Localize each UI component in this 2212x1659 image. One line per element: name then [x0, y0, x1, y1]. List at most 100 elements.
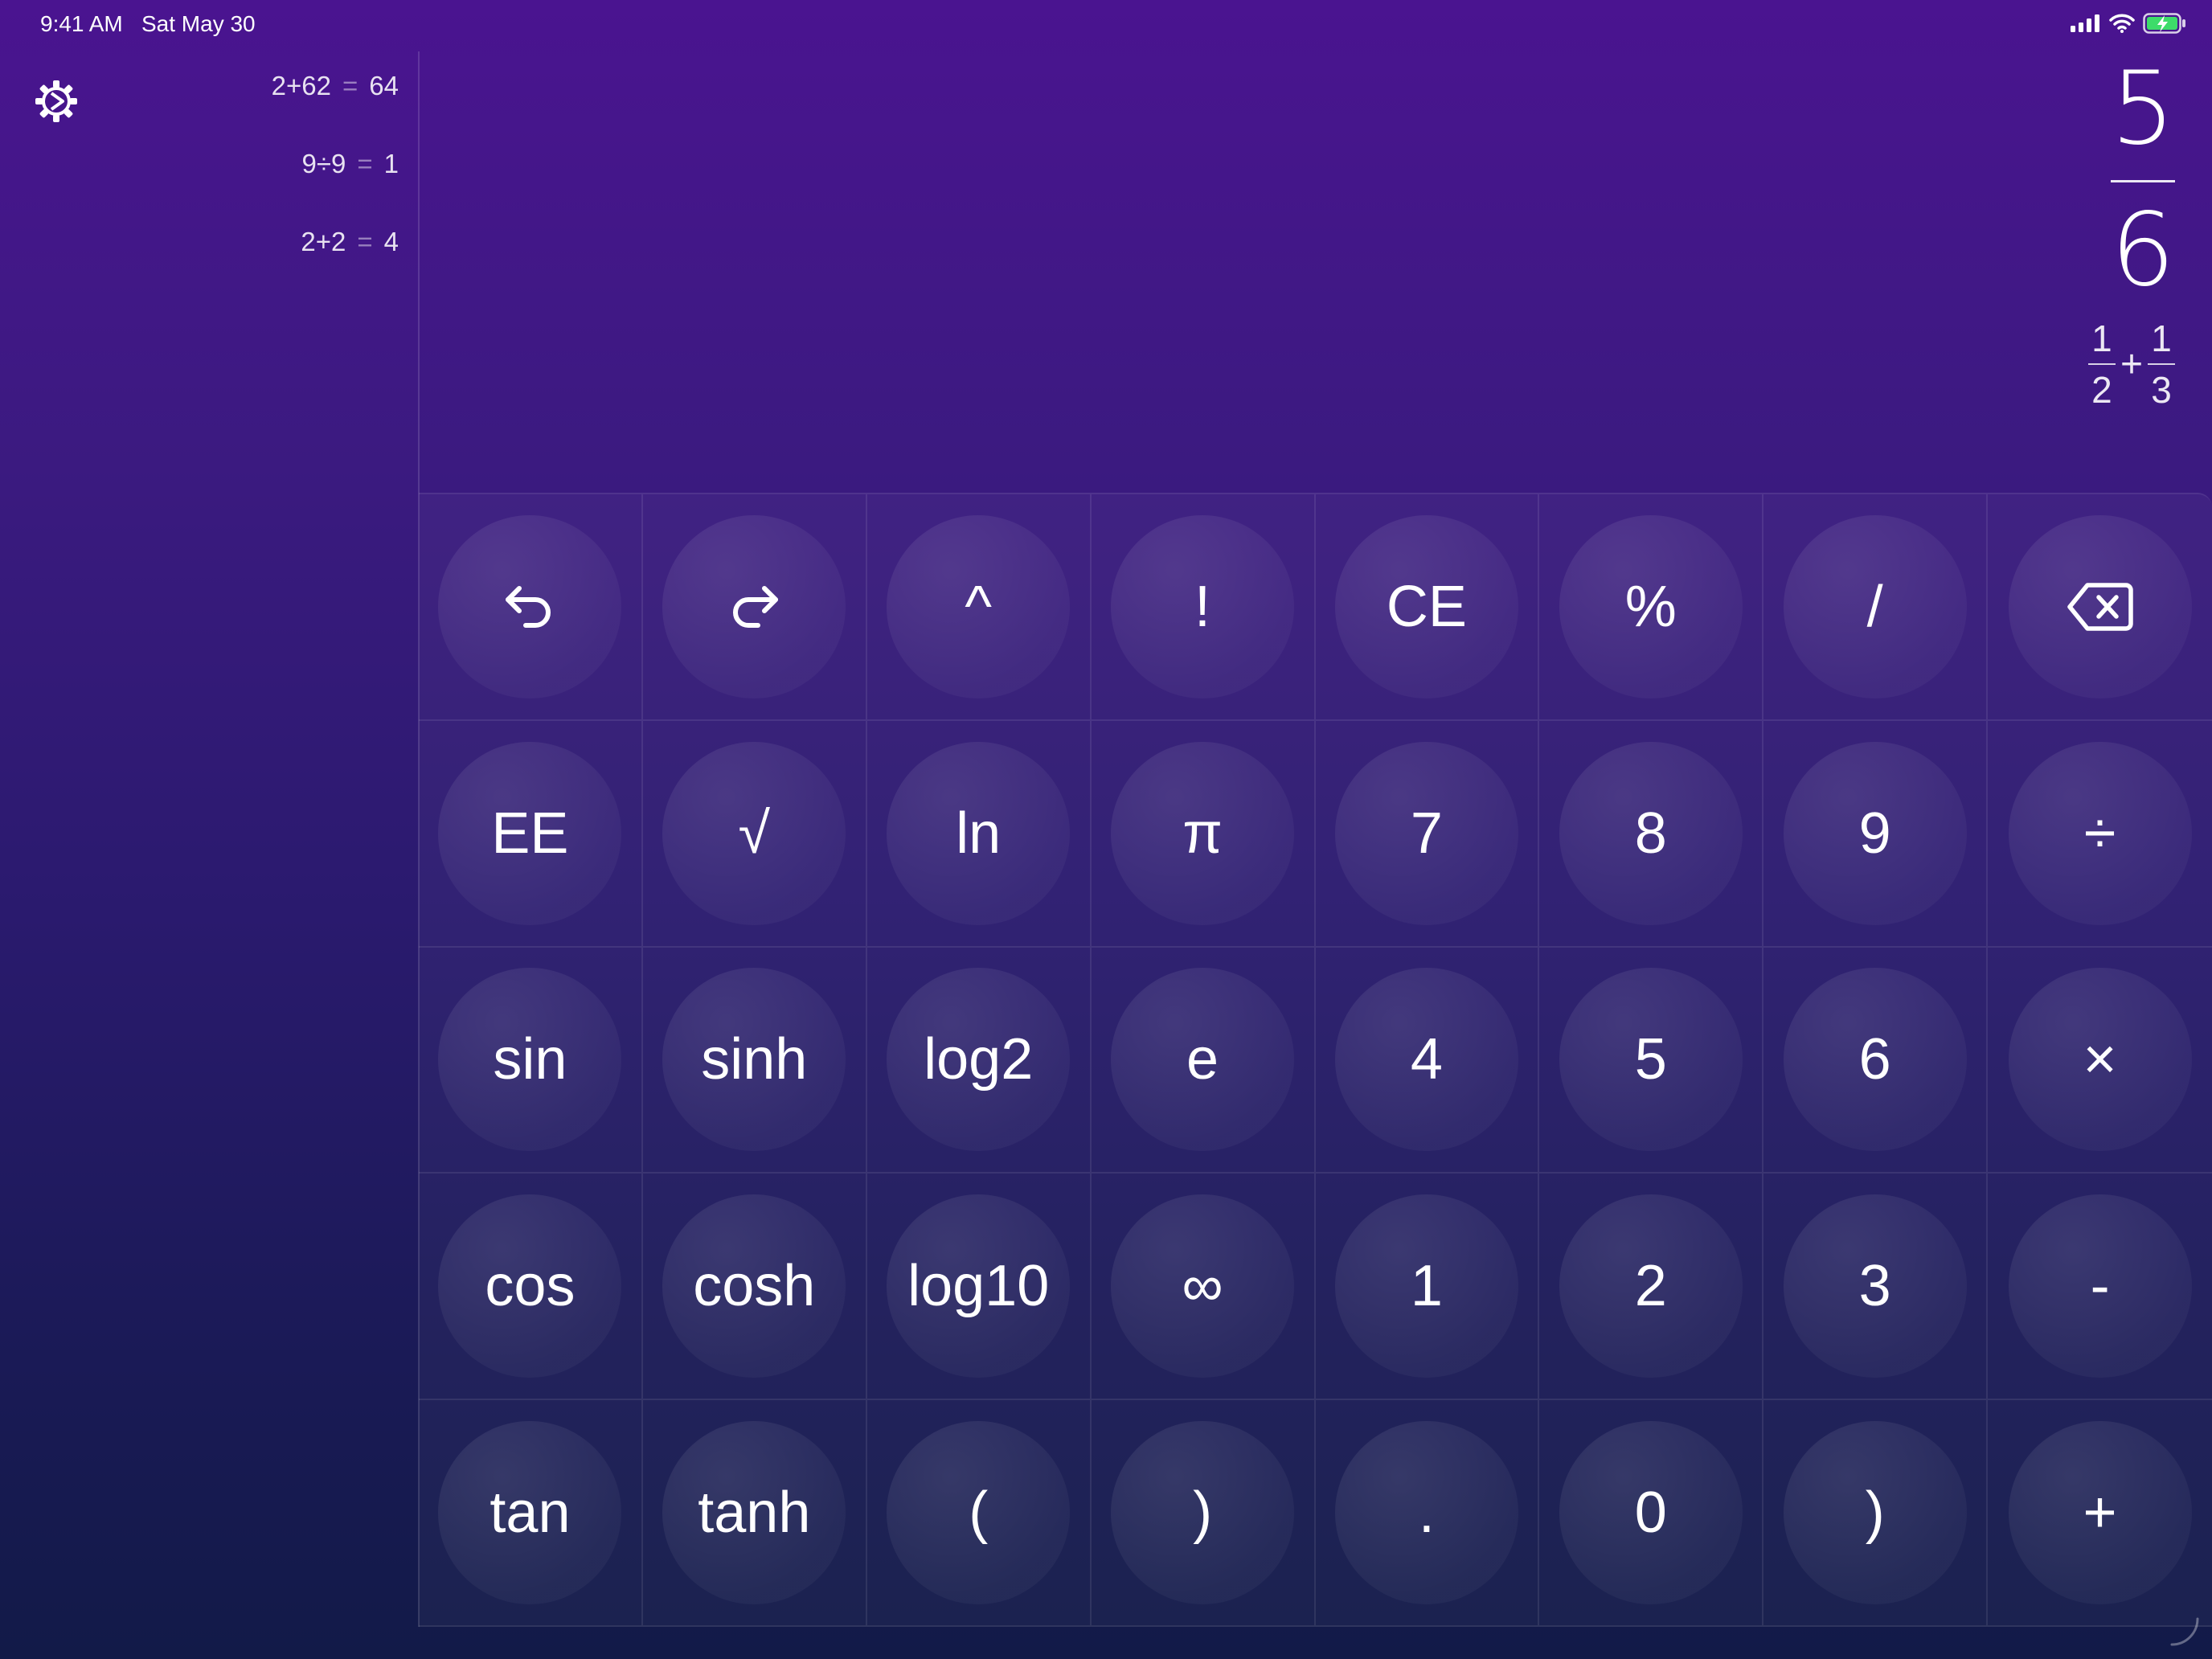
undo-icon	[506, 585, 551, 628]
fraction-bar	[2087, 363, 2116, 365]
result-numerator: 5	[2110, 49, 2175, 167]
key-sin[interactable]: sin	[419, 947, 643, 1174]
history-item[interactable]: 2+62 = 64	[96, 71, 399, 149]
status-time: 9:41 AM	[40, 11, 123, 36]
history-result: 4	[383, 227, 399, 256]
key-6[interactable]: 6	[1763, 947, 1989, 1174]
key-label: )	[1193, 1481, 1213, 1546]
key-infinity[interactable]: ∞	[1091, 1174, 1316, 1401]
key-label: sin	[493, 1027, 567, 1092]
history-expression: 2+2	[301, 227, 346, 256]
key-0[interactable]: 0	[1539, 1400, 1764, 1627]
redo-icon	[733, 585, 779, 628]
key-open-paren[interactable]: (	[866, 1400, 1092, 1627]
key-multiply[interactable]: ×	[1988, 948, 2212, 1174]
key-fraction[interactable]: /	[1763, 494, 1989, 721]
gear-icon	[35, 80, 77, 122]
history-result: 1	[383, 149, 399, 178]
key-label: π	[1182, 801, 1223, 866]
wifi-icon	[2109, 14, 2135, 36]
key-label: sinh	[701, 1027, 808, 1092]
key-backspace[interactable]	[1988, 494, 2212, 721]
key-7[interactable]: 7	[1315, 720, 1540, 948]
key-label: /	[1866, 574, 1883, 639]
key-cos[interactable]: cos	[419, 1174, 643, 1401]
key-log10[interactable]: log10	[866, 1174, 1092, 1401]
signal-icon	[2071, 14, 2101, 35]
result-denominator: 6	[2110, 190, 2175, 309]
key-label: tan	[490, 1481, 571, 1546]
key-label: %	[1624, 574, 1677, 639]
result-fraction-bar	[2111, 180, 2175, 182]
key-label: +	[2083, 1481, 2117, 1546]
history-equals: =	[342, 71, 358, 100]
key-power[interactable]: ^	[866, 494, 1092, 721]
key-9[interactable]: 9	[1763, 720, 1989, 948]
fraction-denominator: 2	[2091, 369, 2112, 411]
key-label: CE	[1386, 574, 1467, 639]
key-2[interactable]: 2	[1539, 1174, 1764, 1401]
key-close-paren-2[interactable]: )	[1763, 1400, 1989, 1627]
key-ee[interactable]: EE	[419, 720, 643, 948]
key-label: (	[969, 1481, 989, 1546]
key-label: log10	[907, 1254, 1050, 1319]
key-add[interactable]: +	[1988, 1400, 2212, 1627]
key-5[interactable]: 5	[1539, 947, 1764, 1174]
key-divide[interactable]: ÷	[1988, 721, 2212, 948]
key-3[interactable]: 3	[1763, 1174, 1989, 1401]
key-label: ^	[965, 574, 993, 639]
key-undo[interactable]	[419, 494, 643, 721]
key-subtract[interactable]: -	[1988, 1174, 2212, 1401]
key-label: tanh	[698, 1481, 811, 1546]
input-expression: 1 2 + 1 3	[2087, 317, 2175, 411]
history-item[interactable]: 2+2 = 4	[96, 227, 399, 305]
key-label: cos	[485, 1254, 576, 1319]
history-equals: =	[357, 149, 373, 178]
key-pi[interactable]: π	[1091, 720, 1316, 948]
key-label: log2	[924, 1027, 1034, 1092]
key-sinh[interactable]: sinh	[642, 947, 867, 1174]
key-tan[interactable]: tan	[419, 1400, 643, 1627]
status-date: Sat May 30	[141, 11, 256, 36]
key-label: !	[1194, 574, 1211, 639]
history-expression: 2+62	[271, 71, 331, 100]
key-label: 9	[1858, 801, 1891, 866]
key-factorial[interactable]: !	[1091, 494, 1316, 721]
key-tanh[interactable]: tanh	[642, 1400, 867, 1627]
key-log2[interactable]: log2	[866, 947, 1092, 1174]
key-ln[interactable]: ln	[866, 720, 1092, 948]
expression-fraction: 1 2	[2087, 320, 2116, 411]
key-label: )	[1865, 1481, 1885, 1546]
key-label: ln	[956, 801, 1002, 866]
key-label: e	[1186, 1027, 1219, 1092]
history-list: 2+62 = 64 9÷9 = 1 2+2 = 4	[96, 71, 399, 305]
history-result: 64	[369, 71, 399, 100]
history-expression: 9÷9	[301, 149, 346, 178]
key-label: ×	[2083, 1027, 2117, 1092]
key-label: cosh	[693, 1254, 816, 1319]
expression-operator: +	[2120, 342, 2143, 386]
fraction-numerator: 1	[2151, 317, 2172, 359]
key-sqrt[interactable]: √	[642, 720, 867, 948]
key-redo[interactable]	[642, 494, 867, 721]
key-8[interactable]: 8	[1539, 720, 1764, 948]
key-label: 2	[1634, 1254, 1667, 1319]
key-label: √	[738, 801, 771, 866]
key-4[interactable]: 4	[1315, 947, 1540, 1174]
key-decimal[interactable]: .	[1315, 1400, 1540, 1627]
key-e[interactable]: e	[1091, 947, 1316, 1174]
key-1[interactable]: 1	[1315, 1174, 1540, 1401]
key-clear-entry[interactable]: CE	[1315, 494, 1540, 721]
settings-button[interactable]	[32, 77, 84, 129]
key-cosh[interactable]: cosh	[642, 1174, 867, 1401]
battery-charging-icon	[2143, 13, 2186, 37]
key-label: EE	[491, 801, 569, 866]
key-label: 1	[1410, 1254, 1443, 1319]
key-label: ∞	[1182, 1254, 1223, 1319]
key-percent[interactable]: %	[1539, 494, 1764, 721]
key-close-paren[interactable]: )	[1091, 1400, 1316, 1627]
key-label: -	[2090, 1254, 2110, 1319]
history-item[interactable]: 9÷9 = 1	[96, 149, 399, 227]
history-equals: =	[357, 227, 373, 256]
backspace-icon	[2067, 583, 2133, 631]
